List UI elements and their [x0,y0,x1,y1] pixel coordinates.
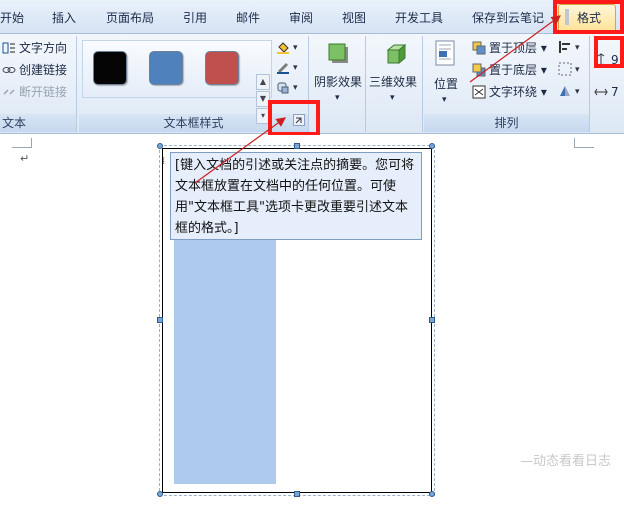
annotation-arrows [194,15,561,184]
arrow-to-dialog-launcher [194,117,286,184]
arrow-to-format-tab [469,15,561,83]
watermark: —动态看看日志 [520,454,612,469]
